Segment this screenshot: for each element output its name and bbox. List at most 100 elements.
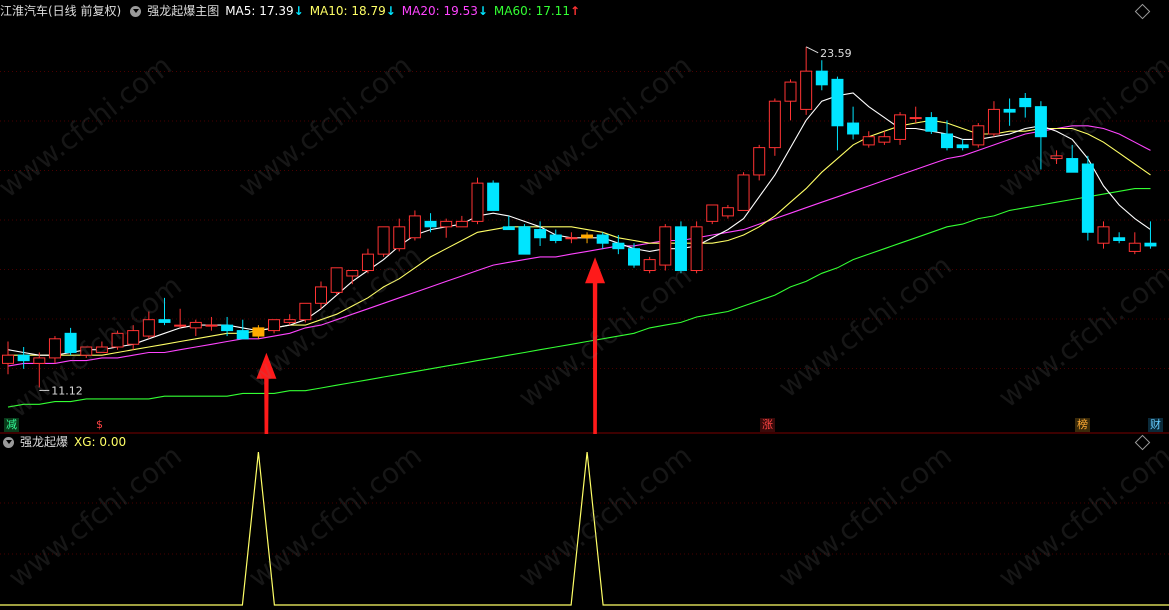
ma20-line [7,125,1151,367]
candle-body-up [189,321,202,329]
ma60-value: MA60: 17.11 [493,4,570,18]
candle-body-up [878,136,891,143]
candle-body-up [471,182,484,222]
candle-body-up [987,108,1000,135]
candle-body-down [1034,106,1047,138]
candle-body-down [847,122,860,135]
low-price-label: 11.12 [51,384,83,397]
ma20-polyline [7,125,1151,367]
candle-body-down [815,70,828,86]
xg-polyline [0,451,1169,606]
sub-header: 强龙起爆 XG: 0.00 [0,432,126,452]
candle-body-up [393,226,406,250]
candle-body-up [315,286,327,304]
candle-body-down [518,226,531,255]
candle-body-up [455,220,468,228]
candle-body-down [596,234,609,244]
ma60-readout: MA60: 17.11↑ [494,1,580,21]
badge-jian[interactable]: 减 [4,418,19,432]
candle-body-down [612,242,625,250]
arrow-down-icon: ↓ [293,4,304,18]
candle-body-up [800,70,813,110]
candle-body-up [1128,242,1141,252]
candle-body-down [64,332,77,353]
candle-body-up [565,237,578,240]
ma20-readout: MA20: 19.53↓ [402,1,488,21]
badge-zhang[interactable]: 涨 [760,418,775,432]
candle-body-down [1144,242,1157,247]
ma5-value: MA5: 17.39 [225,4,294,18]
candle-body-down [674,226,687,272]
candle-body-down [956,144,969,149]
candle-body-down [487,182,500,211]
candle-body-up [111,332,124,348]
candle-body-signal [252,327,265,337]
candle-body-up [972,125,985,146]
candle-body-up [909,117,922,120]
candle-body-up [330,267,343,293]
candle-body-down [1019,97,1032,108]
candle-body-down [236,330,249,340]
candle-body-up [283,319,296,323]
candle-body-up [440,220,453,228]
candle-body-up [706,204,719,222]
candle-body-up [80,346,93,356]
ma60-line [7,188,1151,408]
candle-body-down [1081,163,1094,233]
xg-readout: XG: 0.00 [74,435,127,449]
candle-body-up [127,330,140,345]
candle-body-up [2,354,14,364]
candle-body-down [424,220,437,228]
candle-body-up [659,226,672,266]
stock-name: 江淮汽车(日线 前复权) [0,4,122,18]
candle-body-down [1003,108,1016,113]
candle-body-down [925,117,938,132]
signal-arrows [256,257,606,434]
candle-body-down [221,324,234,332]
candle-body-up [1097,226,1110,244]
arrow-down-icon: ↓ [477,4,488,18]
candle-body-up [377,226,390,255]
candle-body-down [1066,158,1079,173]
candle-body-up [142,319,155,337]
ma10-readout: MA10: 18.79↓ [310,1,396,21]
badge-cai[interactable]: 财 [1148,418,1163,432]
candle-body-down [534,229,547,239]
candle-body-up [346,270,359,277]
candle-body-down [17,354,30,362]
candle-body-up [784,81,797,102]
candle-body-signal [581,234,594,239]
chevron-down-icon[interactable] [3,436,14,448]
ma5-readout: MA5: 17.39↓ [225,1,303,21]
ma20-value: MA20: 19.53 [401,4,478,18]
candle-body-up [768,100,781,149]
candle-body-down [502,226,515,231]
candle-body-up [721,207,734,217]
badge-bang[interactable]: 榜 [1075,418,1090,432]
candle-body-up [268,319,281,332]
signal-arrow [585,257,606,434]
badge-dollar[interactable]: $ [94,418,105,432]
candle-body-down [549,234,562,241]
candle-body-up [737,174,750,211]
candle-body-up [408,215,421,239]
candle-body-up [48,338,61,359]
candle-body-up [33,357,46,364]
candle-body-up [1050,155,1063,160]
arrow-up-icon: ↑ [569,4,581,18]
chart-canvas: 23.59 11.12 [0,46,1169,606]
candle-body-up [643,259,656,272]
main-header: 江淮汽车(日线 前复权) 强龙起爆主图 MA5: 17.39↓ MA10: 18… [0,1,580,21]
sub-indicator-name: 强龙起爆 [20,435,69,449]
candles [2,46,1157,388]
candle-body-down [1113,237,1126,241]
candle-body-up [690,226,703,272]
candle-body-up [361,253,374,272]
candle-body-down [941,133,953,149]
arrow-down-icon: ↓ [385,4,396,18]
candle-body-up [299,302,312,321]
candle-body-down [628,248,640,266]
chevron-down-icon[interactable] [130,5,142,17]
candle-body-up [205,324,218,327]
ma10-value: MA10: 18.79 [309,4,386,18]
